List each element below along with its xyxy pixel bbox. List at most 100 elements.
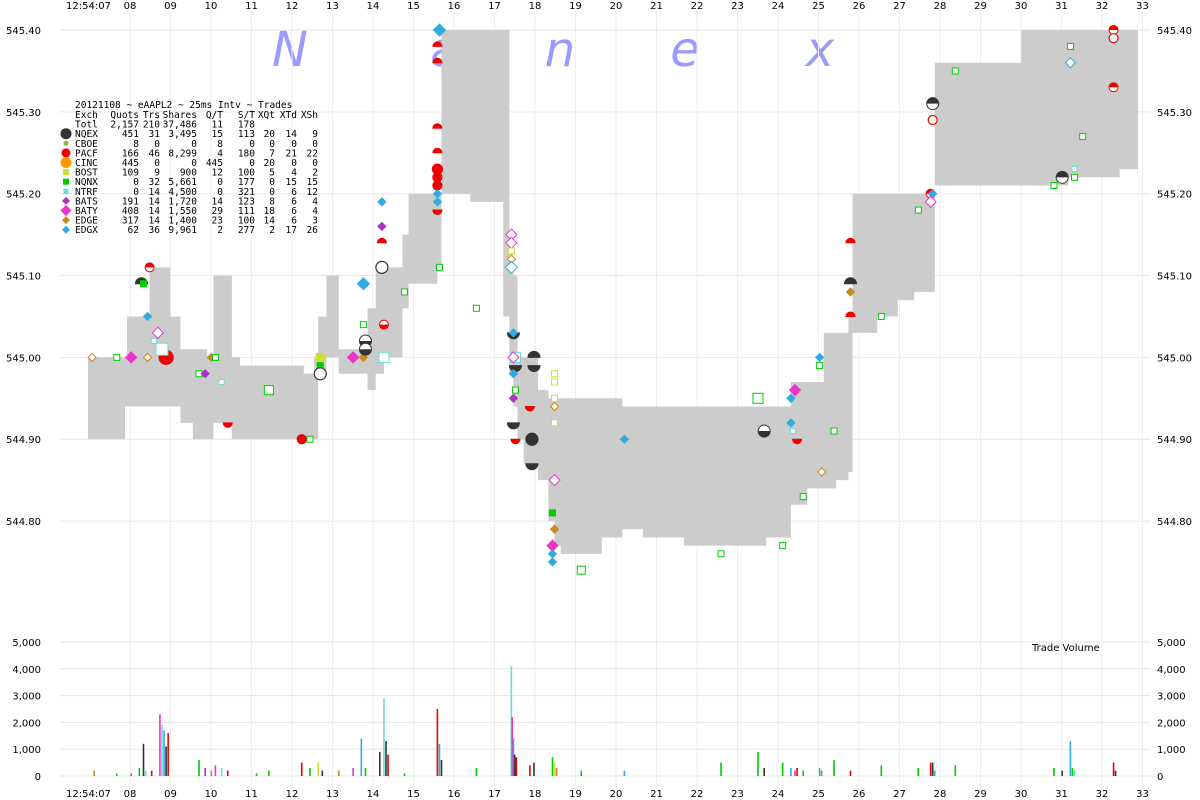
volume-bar-nqex xyxy=(321,770,324,776)
legend-header-xqt: XQt xyxy=(258,110,275,121)
x-tick-label-bottom: 20 xyxy=(610,789,623,800)
x-tick-label-top: 23 xyxy=(731,1,744,12)
x-tick-label-bottom: 10 xyxy=(205,789,218,800)
legend-marker-cinc xyxy=(60,157,72,168)
x-tick-label-top: 14 xyxy=(367,1,380,12)
trade-marker-bost xyxy=(551,378,559,386)
trade-marker-pacf xyxy=(376,237,387,244)
trade-marker-nqnx xyxy=(211,353,219,361)
trade-marker-nqnx xyxy=(951,67,959,75)
x-tick-label-bottom: 19 xyxy=(569,789,582,800)
volume-bar-nqnx xyxy=(880,765,883,776)
x-tick-label-top: 30 xyxy=(1015,1,1028,12)
price-tick-label-right: 545.40 xyxy=(1157,26,1192,37)
volume-bar-pacf xyxy=(929,762,932,776)
x-tick-label-bottom: 11 xyxy=(245,789,258,800)
price-tick-label-left: 544.90 xyxy=(6,435,41,446)
legend-marker-nqnx xyxy=(63,178,69,185)
volume-bar-edgx xyxy=(933,770,936,776)
price-tick-label-right: 544.80 xyxy=(1157,517,1192,528)
x-tick-label-bottom: 30 xyxy=(1015,789,1028,800)
volume-tick-label-left: 3,000 xyxy=(12,692,41,703)
volume-bar-baty xyxy=(214,765,217,776)
volume-bar-nqnx xyxy=(255,773,258,776)
price-tick-label-left: 545.20 xyxy=(6,190,41,201)
trade-marker-nqnx xyxy=(435,263,443,271)
trade-marker-bost xyxy=(551,419,559,427)
volume-bar-ntrf xyxy=(220,767,223,776)
trade-marker-pacf xyxy=(432,209,443,216)
trade-marker-ntrf xyxy=(789,428,796,435)
x-tick-label-top: 12 xyxy=(286,1,299,12)
volume-bar-pacf xyxy=(849,770,852,776)
volume-bar-nqnx xyxy=(268,770,270,776)
volume-bar-edge xyxy=(210,770,213,776)
volume-bar-bost xyxy=(317,762,319,776)
volume-tick-label-left: 5,000 xyxy=(12,638,41,649)
volume-bar-edge xyxy=(337,770,340,776)
volume-bar-nqex xyxy=(513,754,516,776)
volume-bar-pacf xyxy=(150,770,153,776)
trade-marker-nqnx xyxy=(511,386,519,394)
volume-bar-pacf xyxy=(167,733,169,776)
trade-marker-pacf xyxy=(432,123,443,129)
trade-marker-nqnx xyxy=(576,565,586,575)
trade-marker-pacf xyxy=(144,262,155,268)
volume-bar-pacf xyxy=(436,709,439,776)
trade-marker-nqnx xyxy=(139,280,147,288)
x-tick-label-top: 18 xyxy=(529,1,542,12)
trade-marker-bost xyxy=(507,247,515,255)
trade-marker-ntrf xyxy=(218,378,225,385)
volume-bar-edge xyxy=(555,767,558,776)
legend-edgx-qt: 2 xyxy=(217,225,223,236)
x-tick-label-top: 21 xyxy=(650,1,663,12)
trade-marker-pacf xyxy=(510,438,521,445)
trade-marker-nqnx xyxy=(877,312,885,320)
legend-edgx-xqt: 2 xyxy=(269,225,275,236)
volume-bar-nqex xyxy=(379,751,381,776)
x-tick-label-bottom: 13 xyxy=(326,789,339,800)
volume-bar-nqnx xyxy=(833,759,835,776)
trade-marker-pacf xyxy=(524,405,535,412)
trade-marker-pacf xyxy=(1108,87,1119,93)
volume-bar-baty xyxy=(159,714,161,776)
legend-edgx-st: 277 xyxy=(238,225,255,236)
trade-marker-bost xyxy=(551,394,559,402)
volume-tick-label-right: 1,000 xyxy=(1157,745,1186,756)
x-tick-label-top: 32 xyxy=(1096,1,1109,12)
volume-bar-pacf xyxy=(796,767,798,776)
trade-marker-nqnx xyxy=(799,493,807,501)
x-tick-label-bottom: 31 xyxy=(1055,789,1068,800)
volume-bar-nqex xyxy=(763,767,765,776)
trade-marker-nqnx xyxy=(472,304,480,312)
trade-marker-nqnx xyxy=(548,509,556,517)
trade-marker-pacf xyxy=(296,434,307,445)
x-tick-label-top: 08 xyxy=(124,1,137,12)
x-tick-label-top: 20 xyxy=(610,1,623,12)
trade-marker-bost xyxy=(551,370,559,378)
volume-tick-label-left: 1,000 xyxy=(12,745,41,756)
trade-marker-ntrf xyxy=(155,342,169,356)
trade-marker-ntrf xyxy=(378,351,390,363)
volume-bar-nqnx xyxy=(1053,767,1055,776)
volume-bar-nqnx xyxy=(475,767,478,776)
x-tick-label-top: 27 xyxy=(893,1,906,12)
volume-bar-edgx xyxy=(790,767,792,776)
price-tick-label-right: 545.20 xyxy=(1157,190,1192,201)
volume-bar-nqnx xyxy=(138,767,141,776)
trade-marker-nqnx xyxy=(113,353,121,361)
trade-marker-nqex xyxy=(525,432,539,446)
legend-edgx-xsh: 26 xyxy=(307,225,319,236)
trade-marker-pacf xyxy=(845,311,856,317)
trade-marker-nqnx xyxy=(1079,132,1087,140)
trade-marker-nqnx xyxy=(401,288,409,296)
volume-bar-nqex xyxy=(385,741,387,776)
trade-marker-pacf xyxy=(1108,33,1119,44)
volume-bar-nqnx xyxy=(364,767,367,776)
volume-bar-nqex xyxy=(533,762,535,776)
volume-bar-pacf xyxy=(387,754,389,776)
volume-bar-nqnx xyxy=(198,759,200,776)
volume-bar-nqnx xyxy=(954,765,957,776)
volume-bar-ntrf xyxy=(1073,770,1076,776)
x-tick-label-top: 22 xyxy=(691,1,704,12)
